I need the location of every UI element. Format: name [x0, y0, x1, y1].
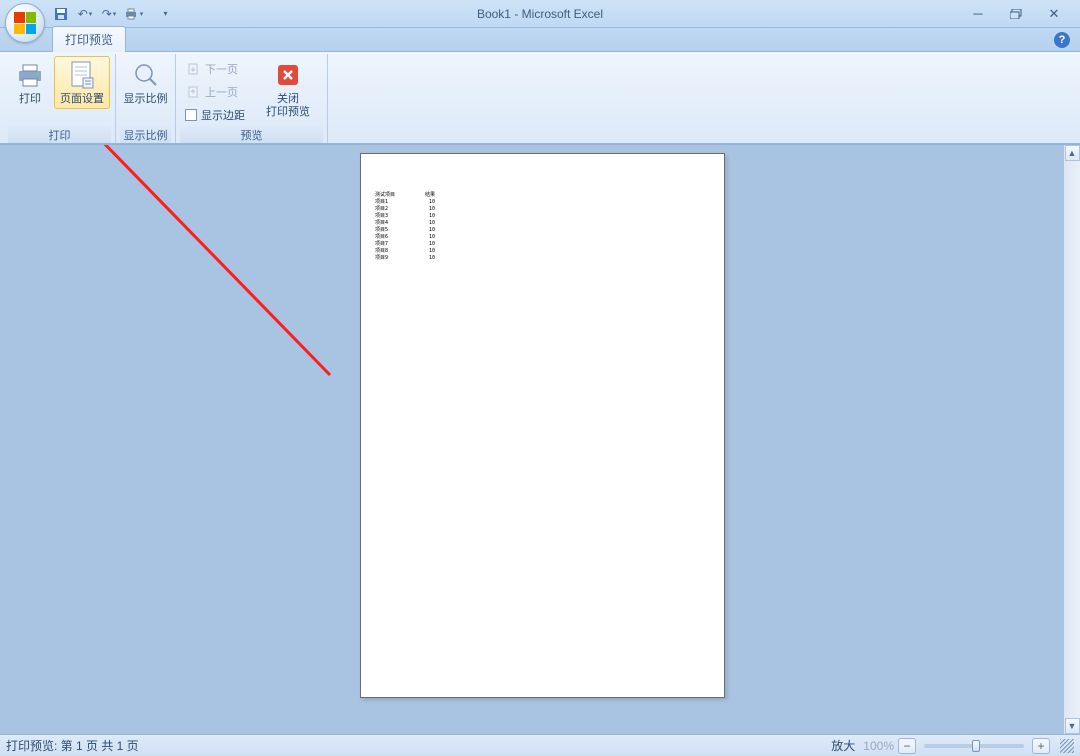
app-name: Microsoft Excel — [522, 7, 603, 21]
show-margin-label: 显示边距 — [201, 107, 245, 123]
group-zoom: 显示比例 显示比例 — [116, 54, 176, 143]
quick-access-toolbar: ↶▾ ↷▾ ▾ ▾ — [50, 3, 176, 25]
zoom-in-button[interactable]: + — [1032, 738, 1050, 754]
status-zoom: 放大 100% − + — [831, 737, 1074, 754]
print-button[interactable]: 打印 — [8, 56, 52, 109]
group-preview: 下一页 上一页 显示边距 关闭打印预览 — [176, 54, 328, 143]
zoom-mode-label[interactable]: 放大 — [831, 737, 855, 754]
print-label: 打印 — [19, 93, 41, 106]
scroll-up-button[interactable]: ▲ — [1065, 145, 1080, 161]
page-setup-icon — [66, 59, 98, 91]
checkbox-icon — [185, 109, 197, 121]
close-icon — [272, 59, 304, 91]
resize-grip-icon[interactable] — [1060, 739, 1074, 753]
zoom-slider[interactable] — [924, 744, 1024, 748]
tab-print-preview[interactable]: 打印预览 — [52, 26, 126, 52]
redo-button[interactable]: ↷▾ — [98, 3, 120, 25]
page-preview: 测试项目结果项目110项目210项目310项目410项目510项目610项目71… — [360, 153, 725, 698]
qat-customize-button[interactable]: ▾ — [154, 3, 176, 25]
window-controls: ─ ✕ — [966, 5, 1074, 23]
office-button[interactable] — [5, 3, 45, 43]
prev-page-label: 上一页 — [205, 84, 238, 100]
status-text: 打印预览: 第 1 页 共 1 页 — [6, 737, 139, 754]
zoom-slider-thumb[interactable] — [972, 740, 980, 752]
group-zoom-label: 显示比例 — [120, 127, 171, 143]
close-preview-button[interactable]: 关闭打印预览 — [260, 56, 316, 122]
office-logo-icon — [14, 12, 36, 34]
ribbon-tabs: 打印预览 ? — [0, 28, 1080, 52]
arrow-down-icon — [185, 61, 201, 77]
close-preview-label: 关闭打印预览 — [266, 93, 310, 119]
minimize-button[interactable]: ─ — [966, 5, 990, 23]
save-button[interactable] — [50, 3, 72, 25]
zoom-percent[interactable]: 100% — [863, 739, 894, 753]
zoom-label: 显示比例 — [124, 93, 168, 106]
status-bar: 打印预览: 第 1 页 共 1 页 放大 100% − + — [0, 734, 1080, 756]
group-preview-label: 预览 — [180, 127, 323, 143]
page-content: 测试项目结果项目110项目210项目310项目410项目510项目610项目71… — [375, 192, 435, 262]
preview-options: 下一页 上一页 显示边距 — [180, 56, 258, 126]
titlebar: ↶▾ ↷▾ ▾ ▾ Book1 - Microsoft Excel ─ ✕ — [0, 0, 1080, 28]
zoom-out-button[interactable]: − — [898, 738, 916, 754]
next-page-button: 下一页 — [180, 58, 258, 80]
arrow-up-icon — [185, 84, 201, 100]
printer-icon — [14, 59, 46, 91]
next-page-label: 下一页 — [205, 61, 238, 77]
undo-button[interactable]: ↶▾ — [74, 3, 96, 25]
group-print-label: 打印 — [8, 127, 111, 143]
group-print: 打印 页面设置 打印 — [4, 54, 116, 143]
quickprint-button[interactable]: ▾ — [122, 3, 144, 25]
page-setup-label: 页面设置 — [60, 93, 104, 106]
magnifier-icon — [130, 59, 162, 91]
prev-page-button: 上一页 — [180, 81, 258, 103]
zoom-button[interactable]: 显示比例 — [120, 56, 171, 109]
ribbon: 打印 页面设置 打印 显示比例 显示比例 — [0, 52, 1080, 144]
show-margin-checkbox[interactable]: 显示边距 — [180, 104, 258, 126]
page-setup-button[interactable]: 页面设置 — [54, 56, 110, 109]
restore-button[interactable] — [1004, 5, 1028, 23]
vertical-scrollbar[interactable]: ▲ ▼ — [1063, 145, 1080, 734]
preview-area[interactable]: 测试项目结果项目110项目210项目310项目410项目510项目610项目71… — [0, 144, 1080, 734]
close-button[interactable]: ✕ — [1042, 5, 1066, 23]
help-icon[interactable]: ? — [1054, 32, 1070, 48]
doc-name: Book1 — [477, 7, 511, 21]
scroll-down-button[interactable]: ▼ — [1065, 718, 1080, 734]
